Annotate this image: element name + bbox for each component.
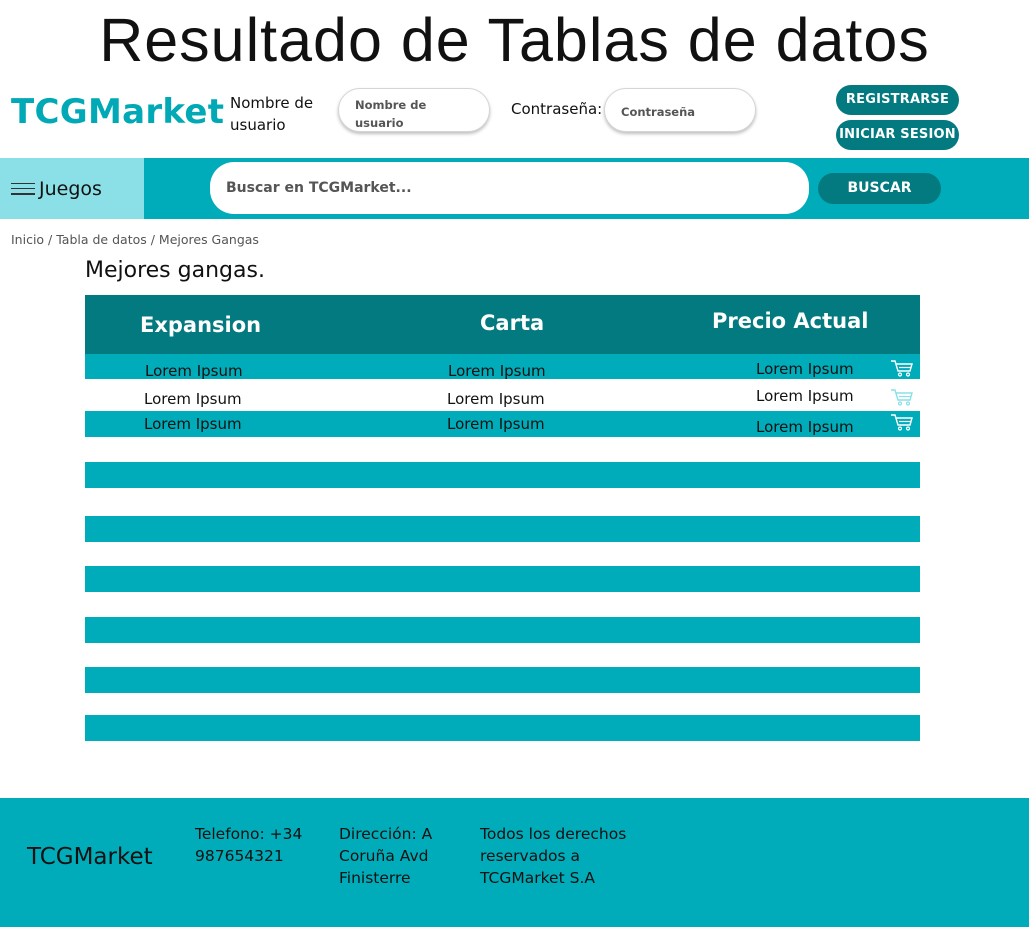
logo[interactable]: TCGMarket — [11, 92, 224, 132]
section-title: Mejores gangas. — [85, 258, 265, 283]
footer-brand: TCGMarket — [27, 844, 153, 870]
password-field[interactable]: Contraseña — [604, 88, 756, 132]
table-row — [85, 667, 920, 693]
table-row — [85, 516, 920, 542]
cell-expansion: Lorem Ipsum — [144, 390, 242, 408]
footer-address: Dirección: A Coruña Avd Finisterre — [339, 825, 433, 887]
cell-precio: Lorem Ipsum — [756, 387, 854, 405]
cell-expansion: Lorem Ipsum — [144, 415, 242, 433]
footer-phone: Telefono: +34 987654321 — [195, 825, 303, 865]
username-placeholder: Nombre de usuario — [355, 98, 427, 130]
table-row — [85, 566, 920, 592]
register-button[interactable]: REGISTRARSE — [836, 85, 959, 115]
cart-icon[interactable] — [890, 388, 914, 406]
navbar: Juegos Buscar en TCGMarket... BUSCAR — [0, 158, 1029, 219]
cell-precio: Lorem Ipsum — [756, 418, 854, 436]
username-label: Nombre de usuario — [230, 94, 314, 134]
cell-carta: Lorem Ipsum — [448, 362, 546, 380]
table-row — [85, 617, 920, 643]
column-header-carta: Carta — [480, 311, 545, 335]
cell-carta: Lorem Ipsum — [447, 390, 545, 408]
search-input[interactable]: Buscar en TCGMarket... — [210, 162, 809, 214]
footer-rights: Todos los derechos reservados a TCGMarke… — [480, 825, 627, 887]
games-label: Juegos — [39, 177, 102, 200]
password-label: Contraseña: — [511, 100, 603, 118]
username-field[interactable]: Nombre de usuario — [338, 88, 490, 132]
cart-icon[interactable] — [890, 359, 914, 377]
breadcrumb[interactable]: Inicio / Tabla de datos / Mejores Gangas — [11, 232, 259, 247]
cell-carta: Lorem Ipsum — [447, 415, 545, 433]
footer: TCGMarket Telefono: +34 987654321 Direcc… — [0, 798, 1029, 927]
cell-precio: Lorem Ipsum — [756, 360, 854, 378]
column-header-precio: Precio Actual — [712, 309, 869, 333]
cart-icon[interactable] — [890, 413, 914, 431]
table-row — [85, 715, 920, 741]
table-header: Expansion Carta Precio Actual — [85, 295, 920, 354]
search-button[interactable]: BUSCAR — [818, 173, 941, 204]
password-placeholder: Contraseña — [621, 105, 696, 119]
hamburger-icon — [11, 182, 37, 195]
table-row — [85, 462, 920, 488]
column-header-expansion: Expansion — [140, 313, 262, 337]
page-heading: Resultado de Tablas de datos — [99, 6, 930, 74]
games-menu[interactable]: Juegos — [0, 158, 144, 219]
search-placeholder: Buscar en TCGMarket... — [226, 180, 412, 196]
login-button[interactable]: INICIAR SESION — [836, 120, 959, 150]
cell-expansion: Lorem Ipsum — [145, 362, 243, 380]
